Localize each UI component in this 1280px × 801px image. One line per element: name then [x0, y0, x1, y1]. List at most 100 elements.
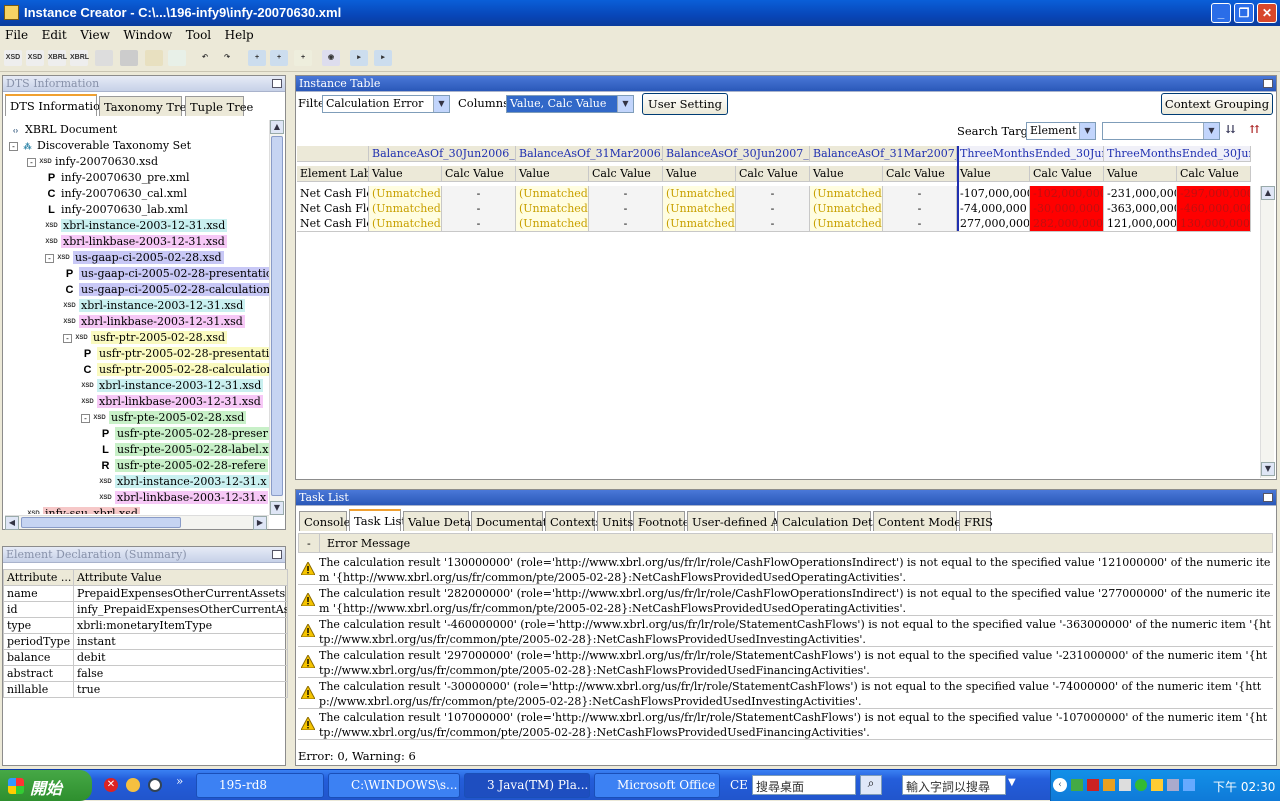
tree-node[interactable]: XSD infy-ssu_xbrl.xsd — [27, 506, 140, 514]
maximize-icon[interactable] — [272, 79, 282, 88]
dts-tree[interactable]: ‹› XBRL Document - ⁂ Discoverable Taxonomy S… — [5, 120, 271, 514]
scroll-down-icon[interactable]: ▼ — [270, 501, 284, 515]
tray-monitor-icon[interactable] — [1183, 779, 1195, 791]
tree-node[interactable]: Linfy-20070630_lab.xml — [45, 202, 188, 218]
task-button-explorer[interactable]: 195-rd8 — [196, 773, 324, 798]
error-message-column-header[interactable]: Error Message — [327, 537, 410, 550]
list-item[interactable]: The calculation result '282000000' (role… — [298, 585, 1273, 616]
context-column-header[interactable]: BalanceAsOf_30Jun2006_U... — [369, 146, 516, 162]
table-icon[interactable] — [95, 50, 113, 66]
element-label-header[interactable]: Element Label — [297, 166, 369, 182]
search-up-icon[interactable]: ⇈ — [1250, 123, 1268, 139]
menu-window[interactable]: Window — [118, 26, 177, 44]
tree-node[interactable]: Pusfr-ptr-2005-02-28-presentatic — [81, 346, 271, 362]
filter-select[interactable]: Calculation Error ▼ — [322, 95, 450, 113]
tree-node[interactable]: Pusfr-pte-2005-02-28-preser — [99, 426, 270, 442]
value-cell[interactable]: (Unmatched ... — [663, 201, 736, 217]
tray-app-icon[interactable] — [1103, 779, 1115, 791]
tree-node[interactable]: XSD xbrl-linkbase-2003-12-31.xsd — [45, 234, 227, 250]
tab-user-defined-attr[interactable]: User-defined Attr — [687, 511, 794, 531]
maximize-icon[interactable] — [272, 550, 282, 559]
value-cell[interactable]: -74,000,000 — [957, 201, 1030, 217]
tab-fris[interactable]: FRIS — [959, 511, 993, 531]
context-column-header[interactable]: BalanceAsOf_31Mar2007_... — [810, 146, 957, 162]
tab-value-detail[interactable]: Value Detail — [403, 511, 479, 531]
context-column-header[interactable]: ThreeMonthsEnded_30Jun2... — [1104, 146, 1251, 162]
tray-antivirus-icon[interactable] — [1087, 779, 1099, 791]
add-doc-icon[interactable]: + — [294, 50, 312, 66]
tree-node[interactable]: Lusfr-pte-2005-02-28-label.x — [99, 442, 271, 458]
quicklaunch-media-icon[interactable] — [148, 778, 162, 792]
tree-node[interactable]: XSD xbrl-instance-2003-12-31.xsd — [63, 298, 246, 314]
xsd-open-icon[interactable]: XSD — [26, 50, 44, 66]
calc-value-cell[interactable]: - — [589, 186, 663, 202]
value-cell[interactable]: 277,000,000 — [957, 216, 1030, 232]
calc-value-cell[interactable]: -30,000,000 — [1030, 201, 1104, 217]
context-column-header[interactable]: ThreeMonthsEnded_30Jun2... — [957, 146, 1104, 162]
table-row[interactable]: Net Cash Flo...(Unmatched ...-(Unmatched… — [297, 216, 1259, 232]
quicklaunch-close-icon[interactable]: ✕ — [104, 778, 118, 792]
value-cell[interactable]: (Unmatched ... — [516, 186, 589, 202]
tab-dts-information[interactable]: DTS Information — [5, 94, 107, 116]
tree-node[interactable]: Cinfy-20070630_cal.xml — [45, 186, 187, 202]
value-cell[interactable]: (Unmatched ... — [516, 201, 589, 217]
collapse-icon[interactable]: - — [27, 157, 36, 167]
tray-expand-icon[interactable]: ‹ — [1053, 778, 1067, 792]
menu-tool[interactable]: Tool — [181, 26, 216, 44]
tree-node[interactable]: - XSD us-gaap-ci-2005-02-28.xsd — [45, 250, 224, 266]
value-cell[interactable]: (Unmatched ... — [810, 216, 883, 232]
value-cell[interactable]: -363,000,000 — [1104, 201, 1177, 217]
element-label-cell[interactable]: Net Cash Flo... — [297, 216, 369, 232]
calc-value-cell[interactable]: - — [883, 216, 957, 232]
tray-volume-icon[interactable] — [1119, 779, 1131, 791]
tray-sync-icon[interactable] — [1135, 779, 1147, 791]
hscroll-thumb[interactable] — [21, 517, 181, 528]
maximize-icon[interactable] — [1263, 493, 1273, 502]
collapse-icon[interactable]: - — [9, 141, 18, 151]
dash-column-header[interactable]: - — [307, 537, 311, 550]
tab-calculation-detail[interactable]: Calculation Detail — [777, 511, 887, 531]
tab-tuple-tree[interactable]: Tuple Tree — [185, 96, 253, 116]
ime-dropdown-icon[interactable]: ▼ — [1008, 777, 1016, 788]
value-cell[interactable]: (Unmatched ... — [810, 201, 883, 217]
table-row[interactable]: type xbrli:monetaryItemType — [3, 617, 288, 634]
calc-value-cell[interactable]: - — [883, 186, 957, 202]
tab-content-model[interactable]: Content Model — [873, 511, 965, 531]
calc-value-cell[interactable]: - — [442, 216, 516, 232]
add-item-icon[interactable]: + — [270, 50, 288, 66]
xbrl-open-icon[interactable]: XBRL — [70, 50, 89, 66]
ime-search-input[interactable]: 輸入字詞以搜尋 — [902, 775, 1006, 795]
value-header[interactable]: Value — [369, 166, 442, 182]
value-header[interactable]: Value — [957, 166, 1030, 182]
calc-value-cell[interactable]: -297,000,000 — [1177, 186, 1251, 202]
list-item[interactable]: The calculation result '107000000' (role… — [298, 709, 1273, 740]
tree-node[interactable]: Cus-gaap-ci-2005-02-28-calculation. — [63, 282, 271, 298]
value-header[interactable]: Value — [663, 166, 736, 182]
list-item[interactable]: The calculation result '-460000000' (rol… — [298, 616, 1273, 647]
context-column-header[interactable]: BalanceAsOf_31Mar2006_... — [516, 146, 663, 162]
view-icon[interactable]: ◉ — [322, 50, 340, 66]
add-icon[interactable]: + — [248, 50, 266, 66]
undo-icon[interactable]: ↶ — [196, 50, 214, 66]
redo-icon[interactable]: ↷ — [218, 50, 236, 66]
tray-network-icon[interactable] — [1071, 779, 1083, 791]
calc-value-cell[interactable]: - — [442, 201, 516, 217]
calc-value-header[interactable]: Calc Value — [1030, 166, 1104, 182]
calc-value-cell[interactable]: - — [442, 186, 516, 202]
tree-node[interactable]: Pus-gaap-ci-2005-02-28-presentation — [63, 266, 271, 282]
calc-value-cell[interactable]: -460,000,000 — [1177, 201, 1251, 217]
scroll-left-icon[interactable]: ◀ — [5, 516, 19, 530]
tree-node[interactable]: XSD xbrl-linkbase-2003-12-31.xsd — [63, 314, 245, 330]
export-icon[interactable]: ▸ — [374, 50, 392, 66]
calc-value-header[interactable]: Calc Value — [589, 166, 663, 182]
scroll-right-icon[interactable]: ▶ — [253, 516, 267, 530]
tab-contexts[interactable]: Contexts — [545, 511, 602, 531]
maximize-icon[interactable] — [1263, 79, 1273, 88]
tray-folder-icon[interactable] — [1151, 779, 1163, 791]
element-label-cell[interactable]: Net Cash Flo... — [297, 201, 369, 217]
context-grouping-button[interactable]: Context Grouping — [1161, 93, 1273, 115]
list-item[interactable]: The calculation result '297000000' (role… — [298, 647, 1273, 678]
tree-node[interactable]: - XSD infy-20070630.xsd — [27, 154, 158, 170]
quicklaunch-more-icon[interactable]: » — [176, 774, 183, 788]
value-cell[interactable]: (Unmatched ... — [663, 186, 736, 202]
